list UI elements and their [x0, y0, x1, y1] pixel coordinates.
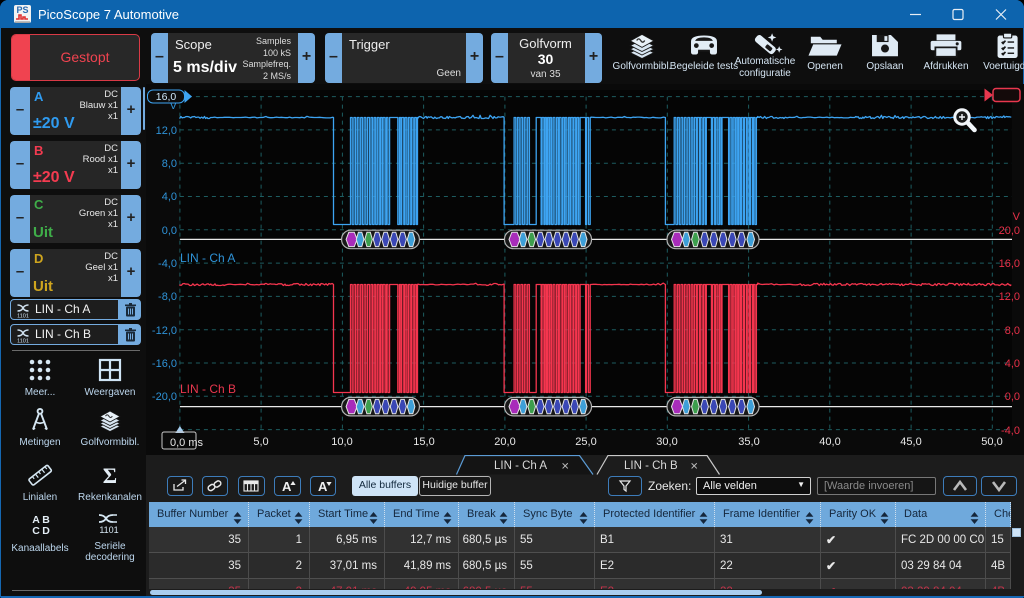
svg-text:A: A — [282, 479, 292, 494]
svg-text:0,0: 0,0 — [162, 225, 177, 237]
svg-text:LIN - Ch A: LIN - Ch A — [180, 251, 235, 265]
svg-text:A: A — [318, 479, 328, 494]
svg-text:45,0: 45,0 — [900, 436, 921, 448]
svg-text:25,0: 25,0 — [575, 436, 596, 448]
svg-text:50,0: 50,0 — [981, 436, 1002, 448]
svg-text:-16,0: -16,0 — [152, 358, 177, 370]
svg-text:20,0: 20,0 — [999, 225, 1020, 237]
svg-text:12,0: 12,0 — [999, 291, 1020, 303]
svg-text:LIN - Ch B: LIN - Ch B — [180, 382, 236, 396]
svg-text:1101: 1101 — [99, 525, 118, 535]
svg-text:C: C — [32, 525, 40, 537]
svg-text:1101: 1101 — [17, 313, 29, 319]
svg-text:LIN - Ch B: LIN - Ch B — [624, 460, 678, 472]
svg-text:40,0: 40,0 — [819, 436, 840, 448]
svg-text:4,0: 4,0 — [162, 191, 177, 203]
svg-text:PS: PS — [16, 5, 28, 15]
svg-text:10,0: 10,0 — [331, 436, 352, 448]
svg-text:35,0: 35,0 — [738, 436, 759, 448]
svg-text:8,0: 8,0 — [162, 158, 177, 170]
svg-text:12,0: 12,0 — [156, 125, 177, 137]
svg-text:15,0: 15,0 — [413, 436, 434, 448]
svg-text:-20,0: -20,0 — [152, 391, 177, 403]
svg-text:8,0: 8,0 — [1005, 325, 1020, 337]
svg-text:-12,0: -12,0 — [152, 325, 177, 337]
svg-text:V: V — [1013, 211, 1021, 223]
svg-text:D: D — [42, 525, 50, 537]
svg-text:-4,0: -4,0 — [158, 258, 177, 270]
svg-text:✕: ✕ — [690, 462, 698, 473]
svg-text:Σ: Σ — [103, 463, 117, 488]
svg-text:-4,0: -4,0 — [1001, 425, 1020, 437]
svg-text:✕: ✕ — [561, 462, 569, 473]
svg-text:-8,0: -8,0 — [158, 291, 177, 303]
svg-text:5,0: 5,0 — [253, 436, 268, 448]
svg-text:LIN - Ch A: LIN - Ch A — [494, 460, 547, 472]
svg-text:4,0: 4,0 — [1005, 358, 1020, 370]
svg-text:16,0: 16,0 — [999, 258, 1020, 270]
svg-text:16,0: 16,0 — [156, 91, 177, 103]
svg-text:1101: 1101 — [17, 338, 29, 344]
svg-text:30,0: 30,0 — [656, 436, 677, 448]
svg-text:0,0 ms: 0,0 ms — [170, 437, 204, 449]
svg-text:0,0: 0,0 — [1005, 391, 1020, 403]
svg-text:20,0: 20,0 — [494, 436, 515, 448]
